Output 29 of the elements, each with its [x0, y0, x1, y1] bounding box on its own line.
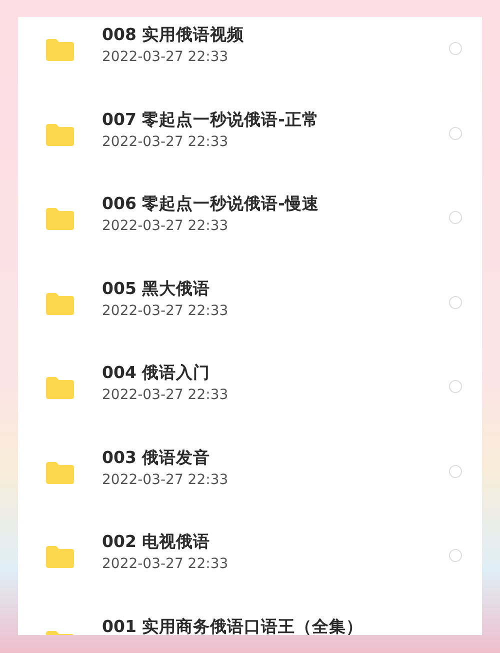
select-radio[interactable]	[449, 211, 462, 224]
folder-icon	[46, 377, 74, 399]
folder-name[interactable]: 002 电视俄语	[102, 531, 449, 553]
select-radio[interactable]	[449, 380, 462, 393]
folder-icon	[46, 208, 74, 230]
folder-name[interactable]: 001 实用商务俄语口语王（全集）	[102, 616, 462, 635]
modified-date: 2022-03-27 22:33	[102, 132, 230, 152]
select-radio[interactable]	[449, 464, 462, 478]
select-radio[interactable]	[449, 126, 462, 140]
select-radio[interactable]	[449, 549, 462, 562]
folder-name[interactable]: 007 零起点一秒说俄语-正常	[102, 108, 449, 130]
folder-name[interactable]: 003 俄语发音	[102, 446, 449, 468]
folder-name[interactable]: 006 零起点一秒说俄语-慢速	[102, 193, 449, 215]
folder-icon	[46, 39, 74, 61]
modified-date: 2022-03-27 22:33	[102, 217, 230, 236]
select-radio[interactable]	[449, 296, 462, 308]
folder-name[interactable]: 005 黑大俄语	[102, 278, 449, 300]
modified-date: 2022-03-27 22:33	[102, 470, 230, 490]
folder-icon	[46, 462, 74, 484]
folder-name[interactable]: 008 实用俄语视频	[102, 24, 449, 46]
modified-date: 2022-03-27 22:33	[102, 386, 230, 405]
folder-icon	[46, 292, 74, 314]
select-radio[interactable]	[449, 42, 462, 55]
modified-date: 2022-03-27 22:33	[102, 302, 230, 320]
modified-date: 2022-03-27 22:33	[102, 48, 230, 67]
folder-icon	[46, 124, 74, 146]
folder-icon	[46, 546, 74, 568]
folder-name[interactable]: 004 俄语入门	[102, 362, 449, 384]
modified-date: 2022-03-27 22:33	[102, 555, 230, 574]
